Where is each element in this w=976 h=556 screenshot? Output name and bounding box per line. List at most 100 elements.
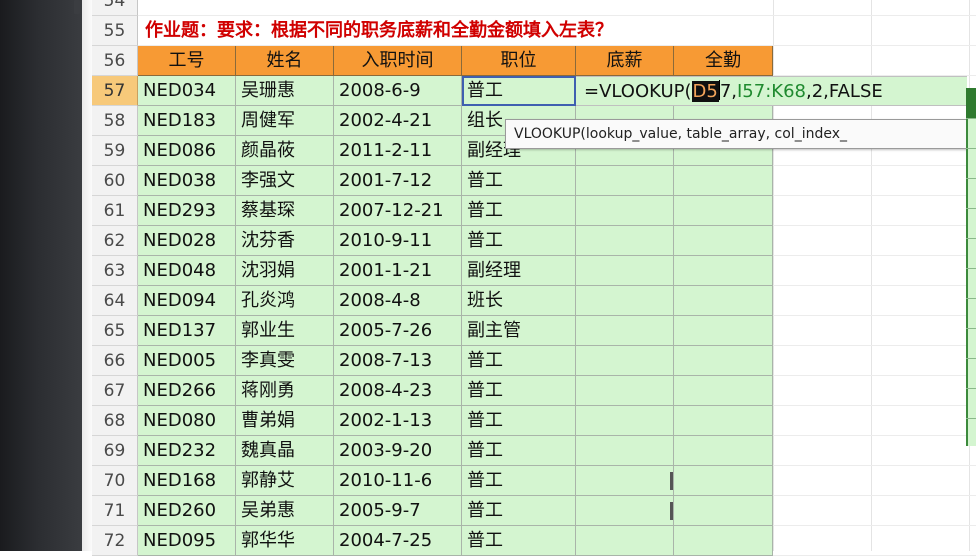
formula-edit-cell[interactable]: =VLOOKUP(D5 7,I57:K68,2,FALSE (576, 76, 967, 106)
employee-name-cell[interactable]: 蔡基琛 (236, 196, 334, 226)
attendance-bonus-cell[interactable] (674, 376, 773, 406)
position-cell[interactable]: 普工 (462, 196, 576, 226)
position-cell[interactable]: 普工 (462, 436, 576, 466)
base-salary-cell[interactable] (576, 166, 674, 196)
employee-id-cell[interactable]: NED028 (138, 226, 236, 256)
attendance-bonus-cell[interactable] (674, 436, 773, 466)
column-header[interactable]: 入职时间 (334, 46, 462, 76)
row-header[interactable]: 62 (92, 226, 138, 256)
attendance-bonus-cell[interactable] (674, 346, 773, 376)
hire-date-cell[interactable]: 2002-1-13 (334, 406, 462, 436)
hire-date-cell[interactable]: 2011-2-11 (334, 136, 462, 166)
employee-name-cell[interactable]: 魏真晶 (236, 436, 334, 466)
hire-date-cell[interactable]: 2010-11-6 (334, 466, 462, 496)
employee-id-cell[interactable]: NED038 (138, 166, 236, 196)
position-cell[interactable]: 普工 (462, 406, 576, 436)
base-salary-cell[interactable] (576, 376, 674, 406)
employee-id-cell[interactable]: NED005 (138, 346, 236, 376)
position-cell[interactable]: 普工 (462, 346, 576, 376)
row-header[interactable]: 72 (92, 526, 138, 556)
column-header[interactable]: 职位 (462, 46, 576, 76)
base-salary-cell[interactable] (576, 436, 674, 466)
row-header[interactable]: 64 (92, 286, 138, 316)
employee-name-cell[interactable]: 沈芬香 (236, 226, 334, 256)
employee-id-cell[interactable]: NED048 (138, 256, 236, 286)
row-header[interactable]: 55 (92, 16, 138, 46)
row-header[interactable]: 56 (92, 46, 138, 76)
hire-date-cell[interactable]: 2008-4-8 (334, 286, 462, 316)
base-salary-cell[interactable] (576, 256, 674, 286)
row-header[interactable]: 67 (92, 376, 138, 406)
attendance-bonus-cell[interactable] (674, 286, 773, 316)
row-header[interactable]: 63 (92, 256, 138, 286)
employee-id-cell[interactable]: NED137 (138, 316, 236, 346)
hire-date-cell[interactable]: 2008-4-23 (334, 376, 462, 406)
hire-date-cell[interactable]: 2001-7-12 (334, 166, 462, 196)
row-header[interactable]: 60 (92, 166, 138, 196)
attendance-bonus-cell[interactable] (674, 526, 773, 556)
hire-date-cell[interactable]: 2002-4-21 (334, 106, 462, 136)
position-cell[interactable]: 普工 (462, 466, 576, 496)
employee-name-cell[interactable]: 郭华华 (236, 526, 334, 556)
employee-name-cell[interactable]: 周健军 (236, 106, 334, 136)
row-header[interactable]: 68 (92, 406, 138, 436)
base-salary-cell[interactable] (576, 496, 674, 526)
position-cell[interactable]: 普工 (462, 526, 576, 556)
employee-id-cell[interactable]: NED080 (138, 406, 236, 436)
employee-id-cell[interactable]: NED034 (138, 76, 236, 106)
employee-id-cell[interactable]: NED293 (138, 196, 236, 226)
column-header[interactable]: 姓名 (236, 46, 334, 76)
attendance-bonus-cell[interactable] (674, 316, 773, 346)
position-cell[interactable]: 普工 (462, 166, 576, 196)
row-header[interactable]: 65 (92, 316, 138, 346)
row-header[interactable]: 66 (92, 346, 138, 376)
row-header[interactable]: 57 (92, 76, 138, 106)
row-header[interactable]: 70 (92, 466, 138, 496)
employee-name-cell[interactable]: 李真雯 (236, 346, 334, 376)
base-salary-cell[interactable] (576, 226, 674, 256)
position-cell[interactable]: 普工 (462, 226, 576, 256)
employee-name-cell[interactable]: 郭业生 (236, 316, 334, 346)
position-cell[interactable]: 普工 (462, 376, 576, 406)
base-salary-cell[interactable] (576, 316, 674, 346)
position-cell[interactable]: 副主管 (462, 316, 576, 346)
employee-name-cell[interactable]: 沈羽娟 (236, 256, 334, 286)
employee-name-cell[interactable]: 蒋刚勇 (236, 376, 334, 406)
position-cell[interactable]: 普工 (462, 496, 576, 526)
position-cell[interactable]: 副经理 (462, 256, 576, 286)
base-salary-cell[interactable] (576, 196, 674, 226)
employee-name-cell[interactable]: 吴珊惠 (236, 76, 334, 106)
base-salary-cell[interactable] (576, 526, 674, 556)
employee-id-cell[interactable]: NED232 (138, 436, 236, 466)
base-salary-cell[interactable] (576, 406, 674, 436)
hire-date-cell[interactable]: 2008-6-9 (334, 76, 462, 106)
attendance-bonus-cell[interactable] (674, 466, 773, 496)
attendance-bonus-cell[interactable] (674, 406, 773, 436)
row-header[interactable]: 71 (92, 496, 138, 526)
employee-name-cell[interactable]: 孔炎鸿 (236, 286, 334, 316)
employee-id-cell[interactable]: NED094 (138, 286, 236, 316)
hire-date-cell[interactable]: 2007-12-21 (334, 196, 462, 226)
base-salary-cell[interactable] (576, 466, 674, 496)
employee-name-cell[interactable]: 颜晶莜 (236, 136, 334, 166)
employee-id-cell[interactable]: NED095 (138, 526, 236, 556)
row-header[interactable]: 54 (92, 0, 138, 16)
hire-date-cell[interactable]: 2001-1-21 (334, 256, 462, 286)
column-header[interactable]: 工号 (138, 46, 236, 76)
column-header[interactable]: 全勤 (674, 46, 773, 76)
hire-date-cell[interactable]: 2008-7-13 (334, 346, 462, 376)
hire-date-cell[interactable]: 2003-9-20 (334, 436, 462, 466)
attendance-bonus-cell[interactable] (674, 496, 773, 526)
position-cell[interactable]: 班长 (462, 286, 576, 316)
employee-name-cell[interactable]: 李强文 (236, 166, 334, 196)
hire-date-cell[interactable]: 2005-9-7 (334, 496, 462, 526)
employee-id-cell[interactable]: NED266 (138, 376, 236, 406)
employee-name-cell[interactable]: 郭静艾 (236, 466, 334, 496)
row-header[interactable]: 58 (92, 106, 138, 136)
employee-name-cell[interactable]: 吴弟惠 (236, 496, 334, 526)
hire-date-cell[interactable]: 2004-7-25 (334, 526, 462, 556)
employee-name-cell[interactable]: 曹弟娟 (236, 406, 334, 436)
attendance-bonus-cell[interactable] (674, 166, 773, 196)
attendance-bonus-cell[interactable] (674, 196, 773, 226)
employee-id-cell[interactable]: NED260 (138, 496, 236, 526)
